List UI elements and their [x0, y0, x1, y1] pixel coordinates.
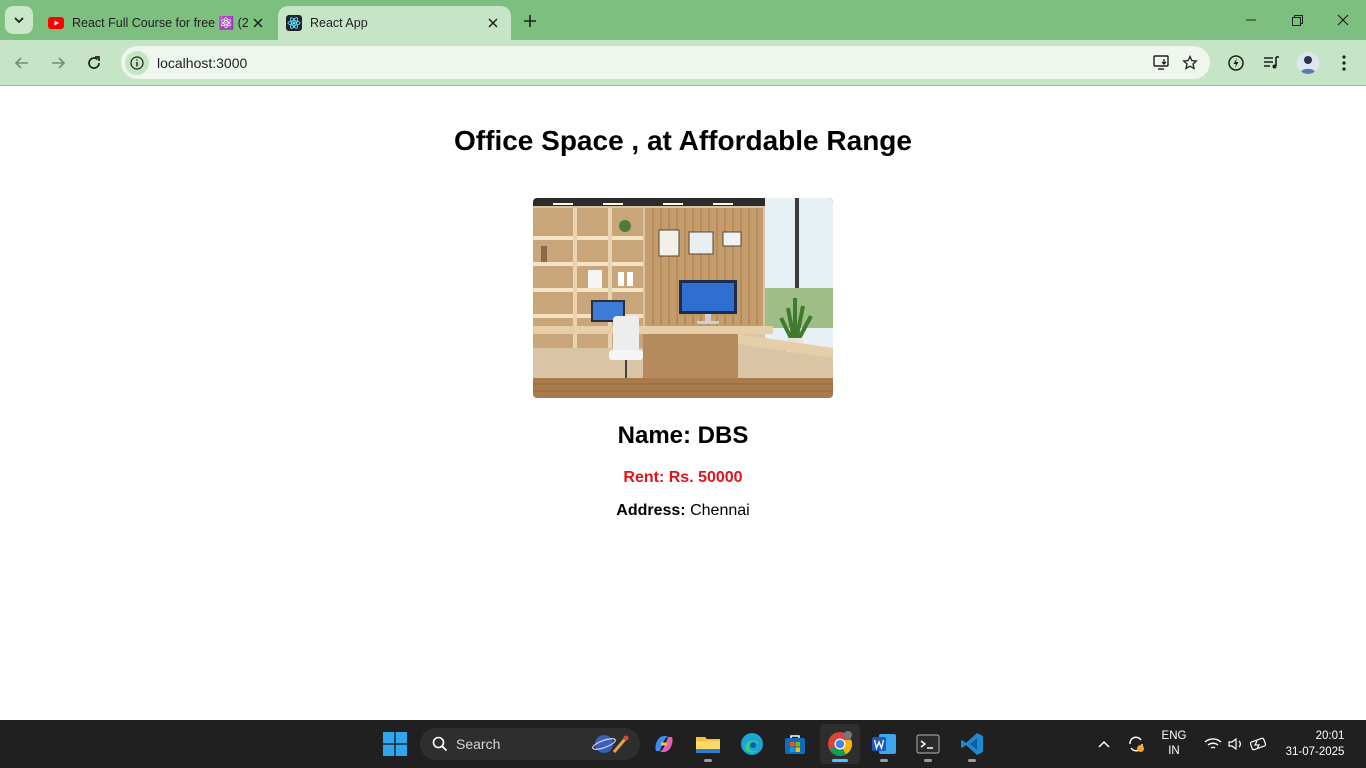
sync-icon	[1129, 736, 1144, 752]
taskbar-word[interactable]	[864, 724, 904, 764]
taskbar-store[interactable]	[775, 724, 815, 764]
taskbar-search[interactable]: Search	[420, 728, 640, 760]
performance-button[interactable]	[1222, 49, 1250, 77]
edge-icon	[741, 733, 763, 755]
restore-button[interactable]	[1274, 0, 1320, 40]
install-app-icon[interactable]	[1148, 49, 1176, 77]
office-rent: Rent: Rs. 50000	[623, 469, 743, 486]
window-close-button[interactable]	[1320, 0, 1366, 40]
close-icon	[1337, 14, 1349, 26]
address-value: Chennai	[690, 502, 750, 519]
copilot-icon	[655, 736, 673, 752]
reload-icon	[88, 56, 100, 69]
reload-button[interactable]	[80, 49, 108, 77]
taskbar-terminal[interactable]	[908, 724, 948, 764]
sync-status[interactable]	[1124, 720, 1148, 768]
search-label: Search	[456, 736, 501, 752]
tab-react-app[interactable]: React App	[278, 6, 511, 40]
forward-button[interactable]	[44, 49, 72, 77]
media-controls-button[interactable]	[1258, 49, 1286, 77]
office-name: Name: DBS	[617, 422, 749, 449]
minimize-button[interactable]	[1228, 0, 1274, 40]
tab-youtube[interactable]: React Full Course for free ⚛️ (2	[40, 6, 276, 40]
running-indicator	[924, 759, 932, 762]
volume-icon	[1228, 737, 1241, 751]
page-content: Office Space , at Affordable Range Name:…	[0, 87, 1366, 720]
language-region: IN	[1168, 745, 1180, 757]
browser-toolbar: localhost:3000	[0, 40, 1366, 86]
profile-avatar[interactable]	[1297, 52, 1319, 74]
clock-date: 31-07-2025	[1285, 746, 1345, 758]
quick-settings[interactable]	[1200, 720, 1272, 768]
address-label: Address:	[616, 502, 686, 519]
search-highlight-icon	[592, 735, 629, 753]
office-address: Address: Chennai	[0, 502, 1366, 520]
chevron-up-icon	[1098, 740, 1110, 748]
chrome-icon	[828, 731, 853, 757]
back-arrow-icon	[14, 57, 28, 69]
tab-strip: React Full Course for free ⚛️ (2 React A…	[0, 0, 1366, 40]
restore-icon	[1291, 14, 1303, 26]
page-title: Office Space , at Affordable Range	[454, 125, 912, 156]
terminal-icon	[916, 734, 940, 754]
show-hidden-icons[interactable]	[1092, 720, 1116, 768]
language-code: ENG	[1161, 730, 1187, 742]
active-indicator	[832, 759, 848, 762]
running-indicator	[968, 759, 976, 762]
bookmark-star-icon[interactable]	[1176, 49, 1204, 77]
folder-icon	[696, 737, 720, 753]
performance-icon	[1228, 55, 1244, 71]
menu-button[interactable]	[1330, 49, 1358, 77]
youtube-icon	[48, 15, 64, 31]
forward-arrow-icon	[52, 57, 66, 69]
word-icon	[872, 734, 896, 754]
clock[interactable]: 20:01 31-07-2025	[1280, 720, 1350, 768]
store-icon	[785, 735, 805, 754]
chevron-down-icon	[14, 17, 24, 24]
media-queue-icon	[1264, 56, 1279, 69]
search-icon	[432, 736, 448, 752]
windows-taskbar: Search ENG IN 20:01 31-07-2025	[0, 720, 1366, 768]
more-vert-icon	[1342, 55, 1346, 71]
url-text[interactable]: localhost:3000	[157, 55, 1148, 71]
vscode-icon	[961, 733, 983, 755]
start-button[interactable]	[375, 724, 415, 764]
new-tab-button[interactable]	[518, 9, 542, 33]
clock-time: 20:01	[1315, 730, 1345, 742]
windows-logo-icon	[383, 732, 407, 756]
close-icon[interactable]	[483, 13, 503, 33]
wifi-icon	[1204, 738, 1222, 749]
battery-icon	[1250, 737, 1267, 751]
tab-search-button[interactable]	[5, 6, 33, 34]
close-icon[interactable]	[248, 13, 268, 33]
tab-title: React App	[310, 16, 368, 30]
react-icon	[286, 15, 302, 31]
taskbar-file-explorer[interactable]	[688, 724, 728, 764]
tab-title: React Full Course for free ⚛️ (2	[72, 15, 248, 30]
taskbar-chrome[interactable]	[820, 724, 860, 764]
address-bar[interactable]: localhost:3000	[121, 46, 1210, 79]
taskbar-vscode[interactable]	[952, 724, 992, 764]
minimize-icon	[1246, 19, 1256, 21]
language-indicator[interactable]: ENG IN	[1156, 720, 1192, 768]
running-indicator	[880, 759, 888, 762]
taskbar-copilot[interactable]	[644, 724, 684, 764]
running-indicator	[704, 759, 712, 762]
plus-icon	[524, 15, 536, 27]
back-button[interactable]	[8, 49, 36, 77]
office-interior-image	[533, 198, 833, 398]
taskbar-edge[interactable]	[732, 724, 772, 764]
site-info-icon[interactable]	[125, 50, 149, 75]
